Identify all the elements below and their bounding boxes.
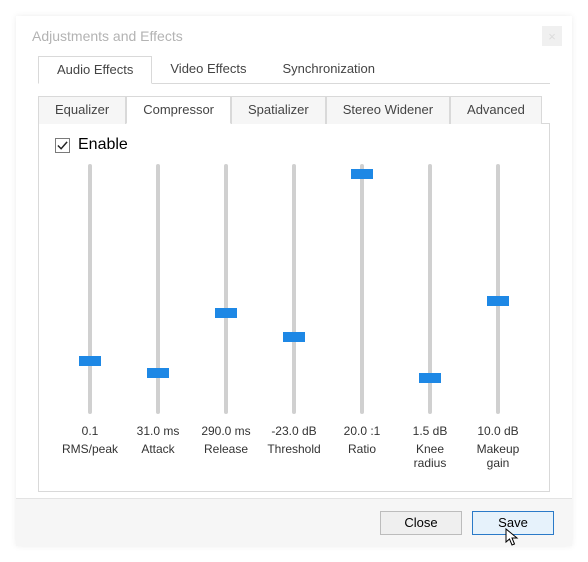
- slider-track[interactable]: [360, 164, 364, 414]
- slider-release: 290.0 ms Release: [195, 164, 257, 471]
- slider-threshold: -23.0 dB Threshold: [263, 164, 325, 471]
- slider-value: 31.0 ms: [137, 424, 180, 438]
- slider-thumb[interactable]: [351, 169, 373, 179]
- window-title: Adjustments and Effects: [26, 28, 542, 44]
- tab-compressor[interactable]: Compressor: [126, 96, 231, 124]
- slider-value: 10.0 dB: [477, 424, 518, 438]
- slider-track[interactable]: [88, 164, 92, 414]
- slider-value: 290.0 ms: [201, 424, 250, 438]
- slider-knee-radius: 1.5 dB Kneeradius: [399, 164, 461, 471]
- slider-track[interactable]: [496, 164, 500, 414]
- slider-value: -23.0 dB: [271, 424, 316, 438]
- slider-track[interactable]: [292, 164, 296, 414]
- slider-thumb[interactable]: [419, 373, 441, 383]
- tab-advanced[interactable]: Advanced: [450, 96, 542, 124]
- slider-track[interactable]: [156, 164, 160, 414]
- slider-value: 0.1: [82, 424, 99, 438]
- slider-track[interactable]: [428, 164, 432, 414]
- slider-rms-peak: 0.1 RMS/peak: [59, 164, 121, 471]
- dialog-window: Adjustments and Effects × Audio Effects …: [16, 16, 572, 546]
- slider-label: RMS/peak: [62, 442, 118, 456]
- slider-track[interactable]: [224, 164, 228, 414]
- slider-thumb[interactable]: [283, 332, 305, 342]
- slider-label: Threshold: [267, 442, 320, 456]
- slider-label: Release: [204, 442, 248, 456]
- slider-value: 1.5 dB: [413, 424, 448, 438]
- titlebar: Adjustments and Effects ×: [16, 16, 572, 56]
- tab-spatializer[interactable]: Spatializer: [231, 96, 326, 124]
- tab-equalizer[interactable]: Equalizer: [38, 96, 126, 124]
- close-icon[interactable]: ×: [542, 26, 562, 46]
- close-button[interactable]: Close: [380, 511, 462, 535]
- compressor-panel: Enable 0.1 RMS/peak 31.0 ms Attack 290.0 ms R…: [38, 124, 550, 492]
- slider-label: Kneeradius: [414, 442, 447, 471]
- sub-tabs: Equalizer Compressor Spatializer Stereo …: [38, 96, 550, 124]
- slider-ratio: 20.0 :1 Ratio: [331, 164, 393, 471]
- enable-checkbox[interactable]: [55, 138, 70, 153]
- slider-label: Ratio: [348, 442, 376, 456]
- slider-thumb[interactable]: [79, 356, 101, 366]
- dialog-footer: Close Save: [16, 498, 572, 546]
- slider-thumb[interactable]: [215, 308, 237, 318]
- slider-label: Makeupgain: [477, 442, 520, 471]
- content-area: Audio Effects Video Effects Synchronizat…: [16, 56, 572, 492]
- slider-thumb[interactable]: [487, 296, 509, 306]
- enable-row: Enable: [55, 136, 533, 154]
- slider-label: Attack: [141, 442, 174, 456]
- enable-label: Enable: [78, 136, 128, 154]
- main-tabs: Audio Effects Video Effects Synchronizat…: [38, 56, 550, 84]
- save-button[interactable]: Save: [472, 511, 554, 535]
- slider-thumb[interactable]: [147, 368, 169, 378]
- tab-synchronization[interactable]: Synchronization: [265, 56, 394, 84]
- slider-makeup-gain: 10.0 dB Makeupgain: [467, 164, 529, 471]
- tab-video-effects[interactable]: Video Effects: [152, 56, 264, 84]
- tab-audio-effects[interactable]: Audio Effects: [38, 56, 152, 84]
- slider-attack: 31.0 ms Attack: [127, 164, 189, 471]
- tab-stereo-widener[interactable]: Stereo Widener: [326, 96, 450, 124]
- slider-value: 20.0 :1: [344, 424, 381, 438]
- sliders-row: 0.1 RMS/peak 31.0 ms Attack 290.0 ms Release -…: [55, 164, 533, 471]
